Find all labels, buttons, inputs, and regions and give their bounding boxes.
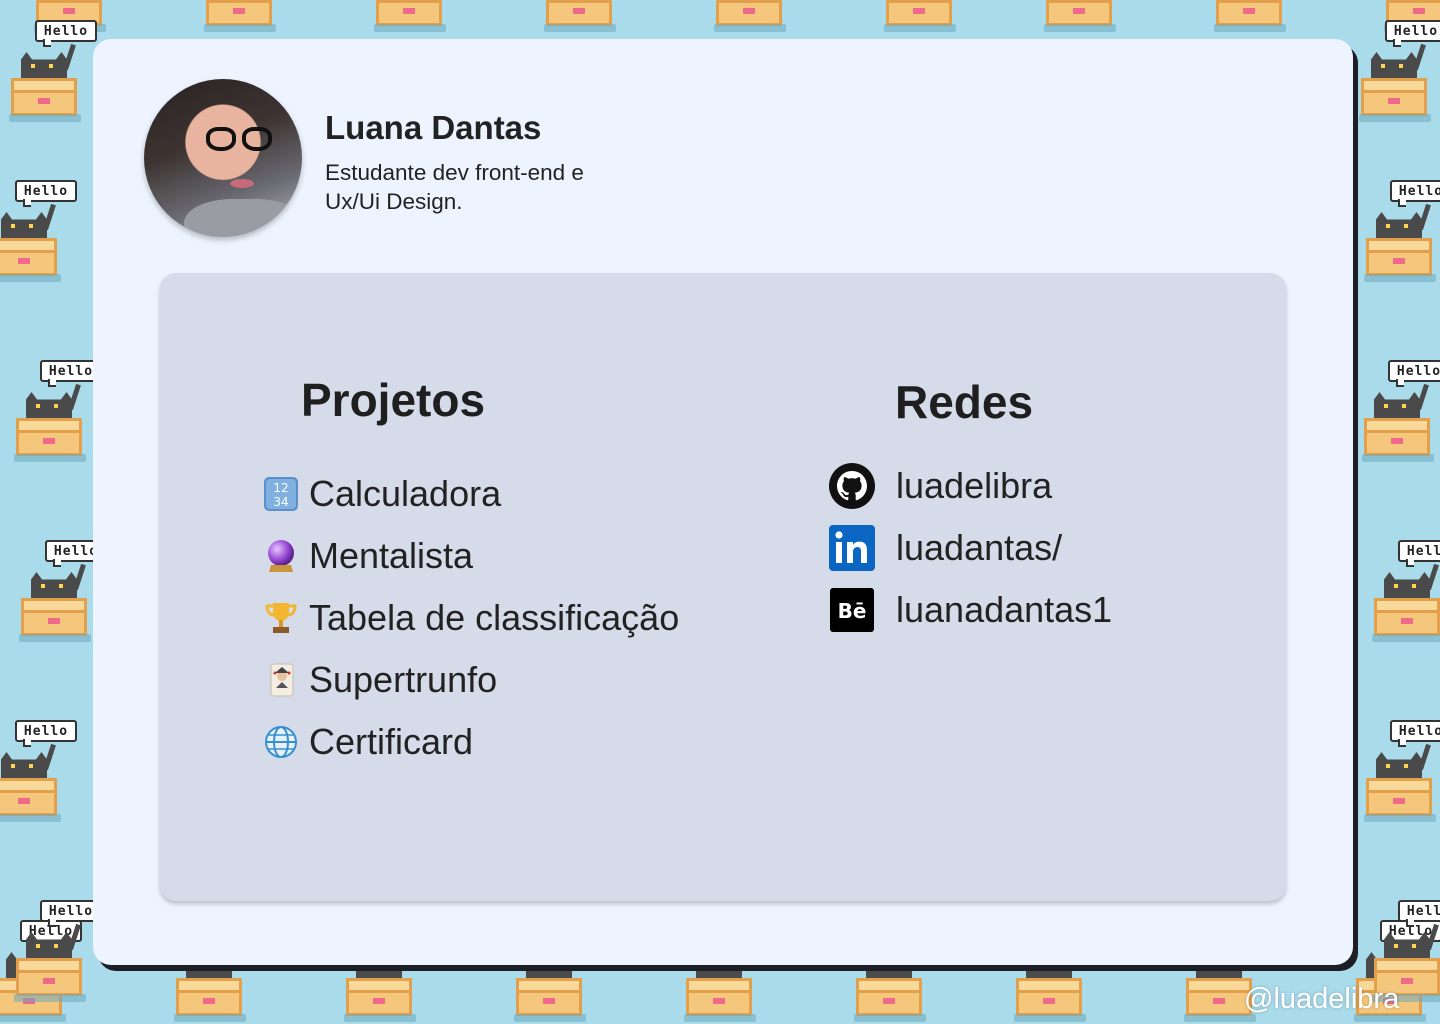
cat-in-box-decoration: Hello	[1368, 540, 1440, 650]
project-label: Supertrunfo	[309, 659, 498, 700]
github-icon	[828, 462, 876, 510]
hello-speech-bubble: Hello	[1398, 900, 1440, 927]
crystal-ball-icon	[261, 536, 301, 576]
cat-in-box-decoration: Hello	[5, 20, 105, 130]
cat-in-box-decoration: Hello	[1210, 0, 1310, 40]
profile-card: Luana Dantas Estudante dev front-end e U…	[93, 39, 1353, 965]
project-label: Calculadora	[309, 473, 502, 514]
project-link-calculadora[interactable]: 12 34 Calculadora	[261, 463, 679, 525]
linkedin-icon	[828, 524, 876, 572]
hello-speech-bubble: Hello	[1388, 360, 1440, 387]
links-panel: Projetos Redes 12 34 Calculadora Mentalis…	[160, 273, 1286, 901]
projects-list: 12 34 Calculadora Mentalista Tabela de cl…	[261, 463, 679, 773]
input-numbers-icon: 12 34	[261, 474, 301, 514]
cat-in-box-decoration: Hello	[710, 0, 810, 40]
cat-in-box-decoration: Hello	[1358, 360, 1440, 470]
network-link-behance[interactable]: Bē luanadantas1	[828, 579, 1112, 641]
networks-heading: Redes	[895, 376, 1034, 428]
hello-speech-bubble: Hello	[1398, 540, 1440, 567]
profile-bio: Estudante dev front-end e Ux/Ui Design.	[325, 160, 584, 214]
project-label: Tabela de classificação	[309, 597, 680, 638]
cat-in-box-decoration: Hello	[200, 0, 300, 40]
project-label: Certificard	[309, 721, 474, 762]
trophy-icon	[261, 598, 301, 638]
cat-in-box-decoration: Hello	[880, 0, 980, 40]
profile-avatar	[144, 79, 302, 237]
cat-in-box-decoration: Hello	[1040, 0, 1140, 40]
profile-name: Luana Dantas	[325, 109, 542, 146]
network-link-github[interactable]: luadelibra	[828, 455, 1112, 517]
hello-speech-bubble: Hello	[1390, 180, 1440, 207]
cat-in-box-decoration: Hello	[0, 720, 85, 830]
cat-in-box-decoration: Hello	[540, 0, 640, 40]
network-label: luadelibra	[896, 465, 1053, 506]
project-link-tabela-de-classificacao[interactable]: Tabela de classificação	[261, 587, 679, 649]
cat-in-box-decoration: Hello	[370, 0, 470, 40]
behance-icon: Bē	[828, 586, 876, 634]
hello-speech-bubble: Hello	[35, 20, 97, 47]
project-label: Mentalista	[309, 535, 474, 576]
hello-speech-bubble: Hello	[15, 180, 77, 207]
watermark-handle: @luadelibra	[1244, 983, 1400, 1015]
svg-text:Bē: Bē	[838, 599, 867, 623]
globe-icon	[261, 722, 301, 762]
hello-speech-bubble: Hello	[1385, 20, 1440, 47]
project-link-supertrunfo[interactable]: Supertrunfo	[261, 649, 679, 711]
hello-speech-bubble: Hello	[15, 720, 77, 747]
network-link-linkedin[interactable]: luadantas/	[828, 517, 1112, 579]
project-link-mentalista[interactable]: Mentalista	[261, 525, 679, 587]
joker-card-icon	[261, 660, 301, 700]
project-link-certificard[interactable]: Certificard	[261, 711, 679, 773]
cat-in-box-decoration: Hello	[1355, 20, 1440, 130]
cat-in-box-decoration: Hello	[1360, 180, 1440, 290]
network-label: luanadantas1	[896, 589, 1113, 630]
cat-in-box-decoration: Hello	[1360, 720, 1440, 830]
networks-list: luadelibra luadantas/ Bē luanadantas1	[828, 455, 1112, 641]
network-label: luadantas/	[896, 527, 1063, 568]
svg-text:12: 12	[273, 481, 288, 495]
hello-speech-bubble: Hello	[1390, 720, 1440, 747]
projects-heading: Projetos	[301, 374, 486, 426]
cat-in-box-decoration: Hello	[0, 180, 85, 290]
svg-text:34: 34	[273, 495, 288, 509]
